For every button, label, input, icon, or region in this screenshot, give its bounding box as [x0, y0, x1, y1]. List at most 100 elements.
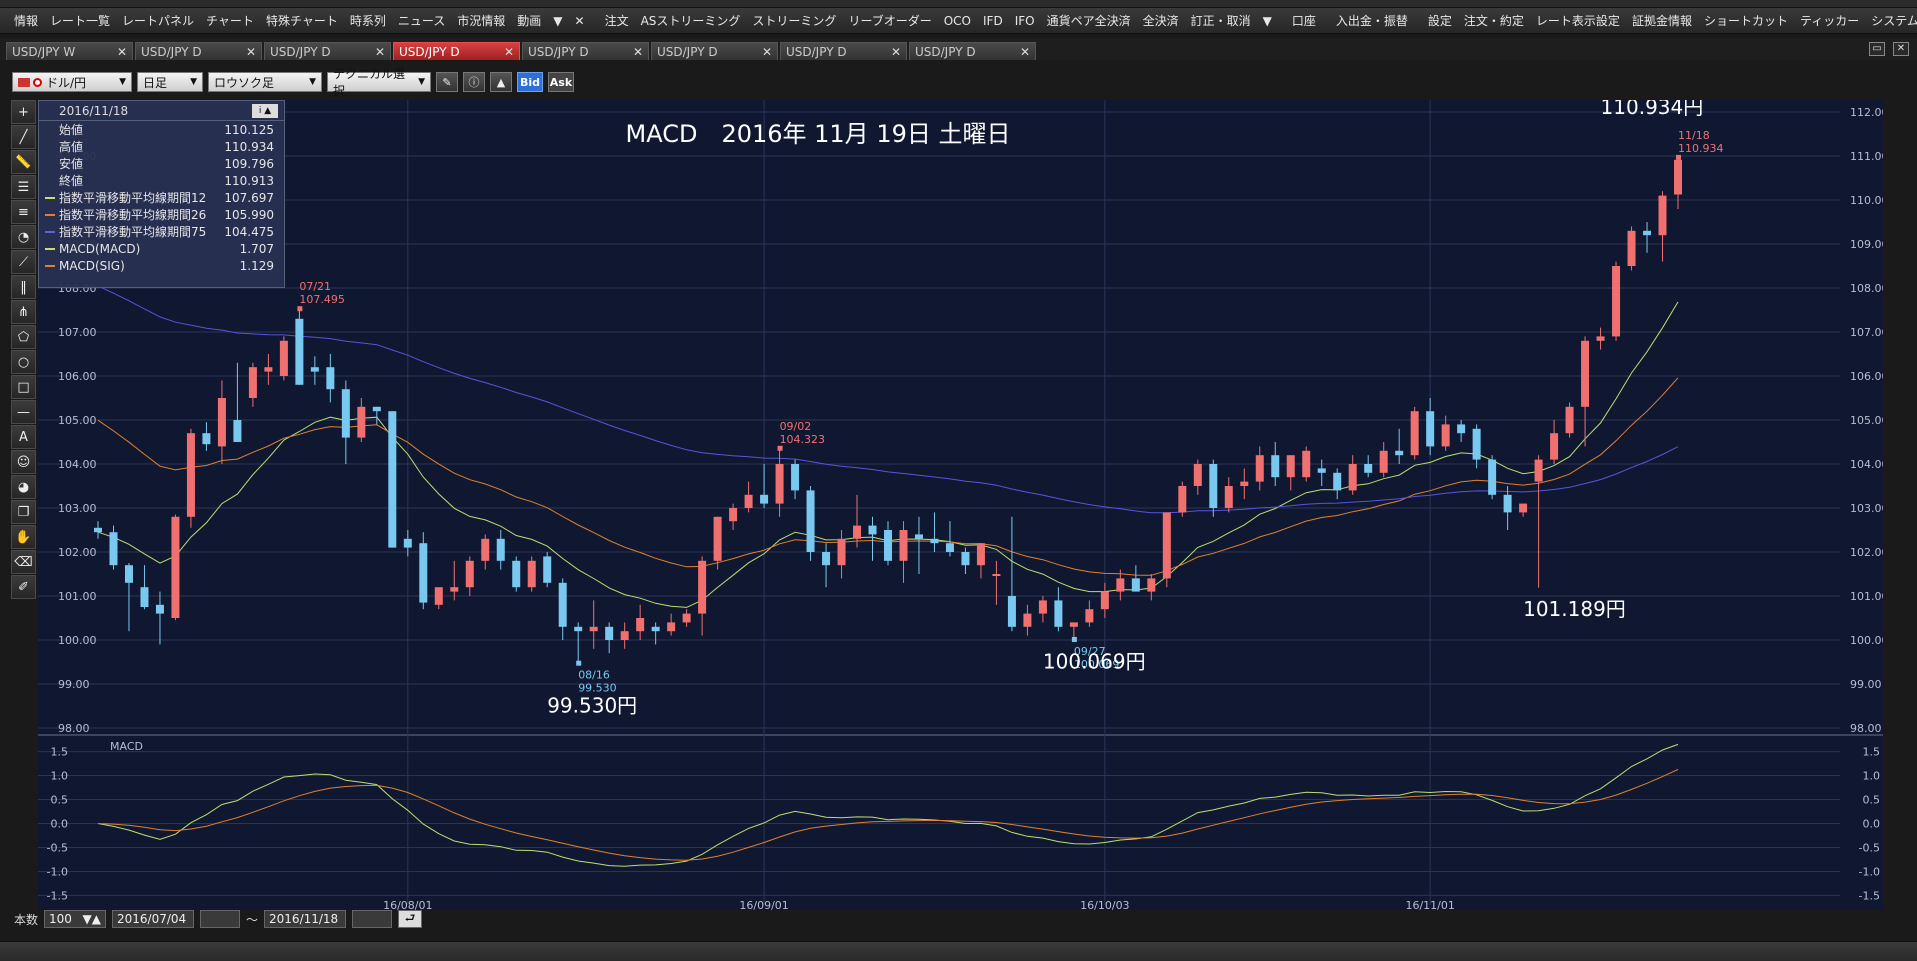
price-tick-left: 102.00: [58, 546, 97, 559]
info-row-label-wrap: MACD(SIG): [45, 259, 125, 273]
info-panel-toggle[interactable]: i ▲: [252, 103, 278, 118]
gann-tool[interactable]: ◔: [11, 225, 36, 249]
menu-item[interactable]: IFO: [1009, 8, 1041, 33]
chart-tab[interactable]: USD/JPY D ✕: [135, 42, 262, 60]
icon-tool[interactable]: ☺: [11, 450, 36, 474]
menu-item[interactable]: レート一覧: [44, 8, 116, 33]
start-time-field[interactable]: [200, 910, 241, 928]
paint-tool[interactable]: ◕: [11, 475, 36, 499]
pencil-button[interactable]: ✎: [436, 72, 458, 92]
menu-item[interactable]: 設定: [1422, 8, 1458, 33]
close-icon[interactable]: ✕: [1893, 42, 1909, 56]
close-icon[interactable]: ✕: [504, 45, 514, 59]
menu-item[interactable]: 注文・約定: [1458, 8, 1530, 33]
trendline-tool[interactable]: ╱: [11, 125, 36, 149]
menu-item[interactable]: 口座: [1286, 8, 1322, 33]
menu-item[interactable]: 通貨ペア全決済: [1041, 8, 1137, 33]
menu-item[interactable]: ▼: [547, 8, 568, 33]
info-row: 指数平滑移動平均線期間26 105.990: [39, 206, 284, 223]
menu-item[interactable]: 市況情報: [451, 8, 511, 33]
candlestick-chart[interactable]: 112.00112.00111.00111.00110.00110.00109.…: [38, 100, 1883, 910]
rect-tool[interactable]: □: [11, 375, 36, 399]
menu-item[interactable]: 動画: [511, 8, 547, 33]
polygon-tool[interactable]: ⬠: [11, 325, 36, 349]
chart-tab[interactable]: USD/JPY W ✕: [6, 42, 133, 60]
macd-tick-right: 1.0: [1863, 770, 1881, 783]
close-icon[interactable]: ✕: [1020, 45, 1030, 59]
period-select[interactable]: 日足 ▼: [137, 72, 203, 92]
menu-item[interactable]: チャート: [200, 8, 260, 33]
menu-item[interactable]: 全決済: [1137, 8, 1185, 33]
close-icon[interactable]: ✕: [117, 45, 127, 59]
menu-item[interactable]: 注文: [599, 8, 635, 33]
menu-item[interactable]: ▼: [1257, 8, 1278, 33]
info-button[interactable]: ⓘ: [463, 72, 485, 92]
macd-pane-label: MACD: [110, 740, 143, 753]
bid-button[interactable]: Bid: [517, 72, 543, 92]
menu-item[interactable]: 情報: [8, 8, 44, 33]
chart-background: [38, 100, 1883, 910]
menu-item[interactable]: ショートカット: [1698, 8, 1794, 33]
price-tick-right: 99.00: [1850, 678, 1882, 691]
menu-item[interactable]: レート表示設定: [1530, 8, 1626, 33]
vline-tool[interactable]: ‖: [11, 275, 36, 299]
menu-item[interactable]: 特殊チャート: [260, 8, 344, 33]
price-tick-right: 107.00: [1850, 326, 1883, 339]
menu-item[interactable]: 証拠金情報: [1626, 8, 1698, 33]
channel-tool[interactable]: ≡: [11, 200, 36, 224]
end-time-field[interactable]: [352, 910, 393, 928]
menu-item[interactable]: IFD: [977, 8, 1009, 33]
eraser-tool[interactable]: ⌫: [11, 550, 36, 574]
menu-item[interactable]: システム: [1865, 8, 1917, 33]
maximize-icon[interactable]: ▭: [1869, 42, 1885, 56]
candle-body: [682, 613, 691, 623]
ruler-tool[interactable]: 📏: [11, 150, 36, 174]
count-select[interactable]: 100 ▼▲: [44, 910, 107, 928]
menu-item[interactable]: ニュース: [392, 8, 451, 33]
fan-tool[interactable]: ⟋: [11, 250, 36, 274]
chart-style-select[interactable]: ロウソク足 ▼: [208, 72, 322, 92]
chart-tab[interactable]: USD/JPY D ✕: [780, 42, 907, 60]
menu-item[interactable]: リーブオーダー: [842, 8, 937, 33]
chart-tab[interactable]: USD/JPY D ✕: [522, 42, 649, 60]
menu-item[interactable]: 時系列: [344, 8, 392, 33]
area-chart-button[interactable]: ▲: [490, 72, 512, 92]
crosshair-tool[interactable]: +: [11, 100, 36, 124]
circle-tool[interactable]: ○: [11, 350, 36, 374]
menu-item[interactable]: OCO: [938, 8, 977, 33]
text-tool[interactable]: A: [11, 425, 36, 449]
end-date-field[interactable]: 2016/11/18: [264, 910, 347, 928]
start-date-field[interactable]: 2016/07/04: [112, 910, 195, 928]
menu-item[interactable]: ストリーミング: [746, 8, 842, 33]
chart-tab[interactable]: USD/JPY D ✕: [909, 42, 1036, 60]
chart-tab[interactable]: USD/JPY D ✕: [393, 42, 520, 60]
line-tool[interactable]: —: [11, 400, 36, 424]
menu-item[interactable]: ティッカー: [1794, 8, 1865, 33]
chart-area[interactable]: 112.00112.00111.00111.00110.00110.00109.…: [38, 100, 1883, 910]
pitchfork-tool[interactable]: ⋔: [11, 300, 36, 324]
menu-item[interactable]: 入出金・振替: [1330, 8, 1414, 33]
technical-select[interactable]: テクニカル選択 ▼: [327, 67, 431, 98]
candle-body: [837, 538, 846, 566]
hline-tool[interactable]: ☰: [11, 175, 36, 199]
hand-tool[interactable]: ✋: [11, 525, 36, 549]
close-icon[interactable]: ✕: [246, 45, 256, 59]
menu-item[interactable]: 訂正・取消: [1185, 8, 1257, 33]
menu-item[interactable]: ASストリーミング: [635, 8, 747, 33]
apply-button[interactable]: ⮐: [398, 910, 423, 928]
candle-body: [1069, 622, 1078, 627]
currency-pair-select[interactable]: ドル/円 ▼: [12, 72, 132, 92]
copy-tool[interactable]: ❐: [11, 500, 36, 524]
close-icon[interactable]: ✕: [762, 45, 772, 59]
clear-tool[interactable]: ✐: [11, 575, 36, 599]
info-row: 指数平滑移動平均線期間12 107.697: [39, 189, 284, 206]
close-icon[interactable]: ✕: [633, 45, 643, 59]
close-icon[interactable]: ✕: [375, 45, 385, 59]
info-row: 安値 109.796: [39, 155, 284, 172]
close-icon[interactable]: ✕: [891, 45, 901, 59]
chart-tab[interactable]: USD/JPY D ✕: [264, 42, 391, 60]
menu-item[interactable]: ✕: [569, 8, 591, 33]
ask-button[interactable]: Ask: [548, 72, 574, 92]
menu-item[interactable]: レートパネル: [116, 8, 200, 33]
chart-tab[interactable]: USD/JPY D ✕: [651, 42, 778, 60]
